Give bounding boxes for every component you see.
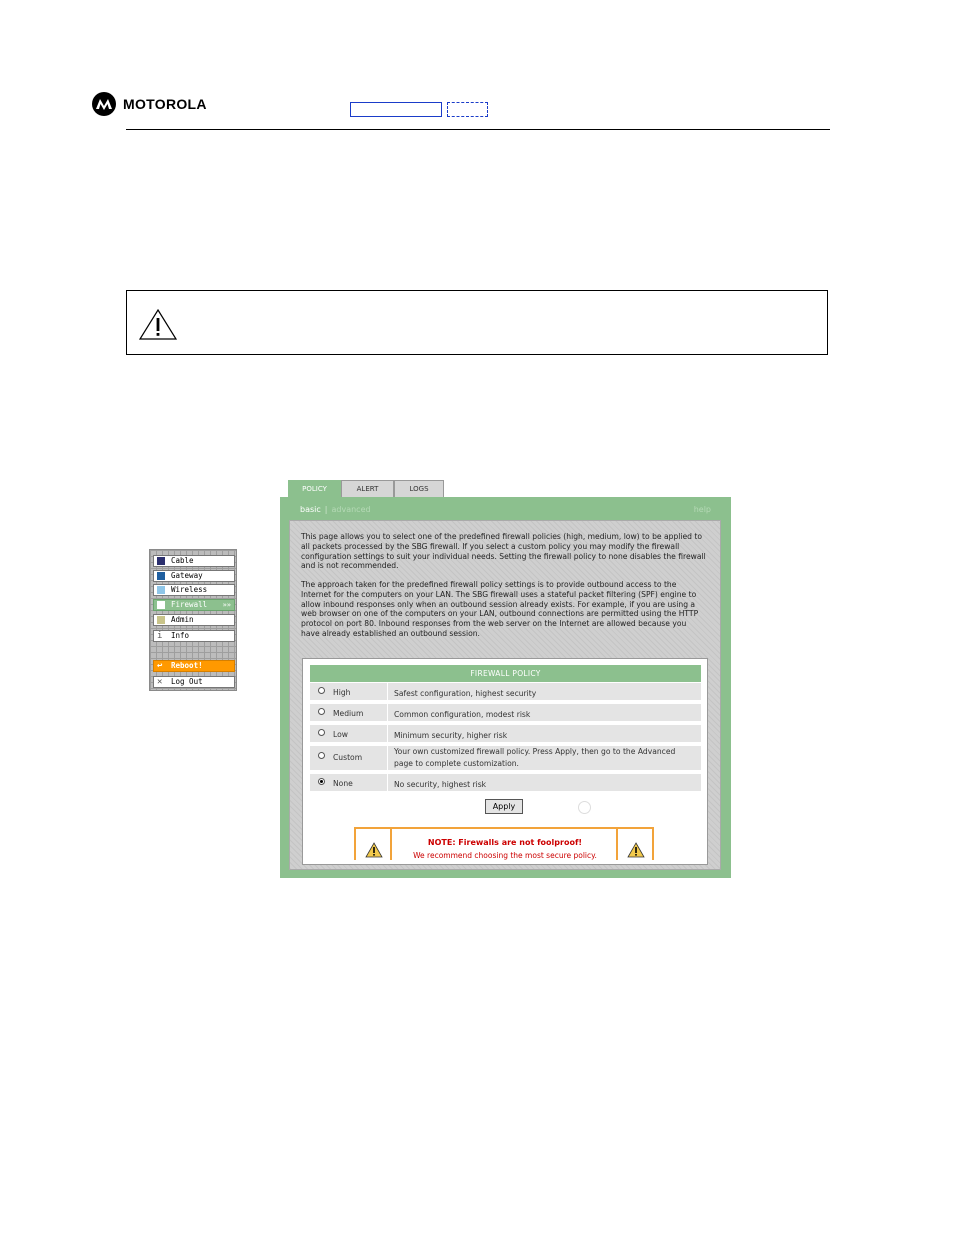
policy-row-none[interactable]: None No security, highest risk <box>310 774 701 793</box>
policy-label: High <box>333 688 351 697</box>
chevron-right-icon: »» <box>222 601 231 609</box>
motorola-logo: MOTOROLA <box>92 92 207 116</box>
subnav-separator: | <box>324 505 328 514</box>
radio-custom[interactable] <box>318 752 325 759</box>
logout-label: Log Out <box>171 677 203 686</box>
policy-description: No security, highest risk <box>394 780 487 789</box>
subnav-advanced[interactable]: advanced <box>331 505 370 514</box>
radio-low[interactable] <box>318 729 325 736</box>
policy-label: None <box>333 779 353 788</box>
radio-high[interactable] <box>318 687 325 694</box>
sidebar-item-gateway[interactable]: Gateway <box>153 570 235 582</box>
warning-icon <box>365 842 383 858</box>
policy-description: Safest configuration, highest security <box>394 689 537 698</box>
policy-row-high[interactable]: High Safest configuration, highest secur… <box>310 683 701 702</box>
sidebar-item-label: Firewall <box>171 600 208 609</box>
policy-description: Your own customized firewall policy. Pre… <box>394 747 676 768</box>
note-left-cell <box>356 829 392 860</box>
motorola-batwing-icon <box>92 92 116 116</box>
firewall-note: NOTE: Firewalls are not foolproof! We re… <box>354 827 654 860</box>
firewall-policy-title: FIREWALL POLICY <box>310 665 701 682</box>
sidebar-item-label: Admin <box>171 615 194 624</box>
sidebar-item-info[interactable]: i Info <box>153 630 235 642</box>
tab-logs[interactable]: LOGS <box>394 480 444 497</box>
sidebar-nav: Cable Gateway Wireless Firewall »» Admin… <box>149 549 237 691</box>
gateway-square-icon <box>157 572 165 580</box>
warning-icon <box>627 842 645 858</box>
caution-box <box>126 290 828 355</box>
note-right-cell <box>616 829 652 860</box>
tab-policy[interactable]: POLICY <box>288 480 341 497</box>
tab-alert[interactable]: ALERT <box>341 480 394 497</box>
policy-description: Minimum security, higher risk <box>394 731 508 740</box>
header-divider <box>126 129 830 130</box>
admin-square-icon <box>157 616 165 624</box>
policy-description: Common configuration, modest risk <box>394 710 531 719</box>
policy-label: Custom <box>333 753 363 762</box>
sidebar-item-label: Info <box>171 631 190 640</box>
info-icon: i <box>157 631 163 641</box>
sidebar-item-wireless[interactable]: Wireless <box>153 584 235 596</box>
note-title: NOTE: Firewalls are not foolproof! <box>427 838 583 847</box>
sidebar-item-label: Gateway <box>171 571 203 580</box>
policy-row-low[interactable]: Low Minimum security, higher risk <box>310 725 701 744</box>
sidebar-item-firewall[interactable]: Firewall »» <box>153 599 235 611</box>
apply-button[interactable]: Apply <box>485 799 523 814</box>
intro-paragraph-2: The approach taken for the predefined fi… <box>301 580 699 638</box>
reboot-label: Reboot! <box>171 661 203 670</box>
cable-square-icon <box>157 557 165 565</box>
content-area: This page allows you to select one of th… <box>289 520 721 870</box>
caution-icon <box>138 308 178 340</box>
reboot-button[interactable]: ↩ Reboot! <box>153 660 235 672</box>
reboot-icon: ↩ <box>157 661 163 671</box>
firewall-panel: basic | advanced help This page allows you… <box>280 497 731 878</box>
logout-button[interactable]: ✕ Log Out <box>153 676 235 688</box>
policy-row-custom[interactable]: Custom Your own customized firewall poli… <box>310 746 701 772</box>
header-dashed-box <box>447 102 488 117</box>
subnav: basic | advanced <box>300 505 371 514</box>
policy-row-medium[interactable]: Medium Common configuration, modest risk <box>310 704 701 723</box>
intro-paragraph-1: This page allows you to select one of th… <box>301 532 706 571</box>
sidebar-item-cable[interactable]: Cable <box>153 555 235 567</box>
brand-name: MOTOROLA <box>123 96 207 112</box>
help-link[interactable]: help <box>694 505 711 514</box>
radio-medium[interactable] <box>318 708 325 715</box>
policy-label: Medium <box>333 709 364 718</box>
policy-label: Low <box>333 730 348 739</box>
firewall-square-icon <box>157 601 165 609</box>
wireless-square-icon <box>157 586 165 594</box>
header-link-box[interactable] <box>350 102 442 117</box>
sidebar-item-label: Cable <box>171 556 194 565</box>
subnav-basic[interactable]: basic <box>300 505 321 514</box>
note-text: We recommend choosing the most secure po… <box>413 851 597 860</box>
sidebar-item-admin[interactable]: Admin <box>153 614 235 626</box>
sidebar-item-label: Wireless <box>171 585 208 594</box>
radio-none[interactable] <box>318 778 325 785</box>
tab-bar: POLICY ALERT LOGS <box>288 480 444 497</box>
close-icon: ✕ <box>157 677 163 687</box>
